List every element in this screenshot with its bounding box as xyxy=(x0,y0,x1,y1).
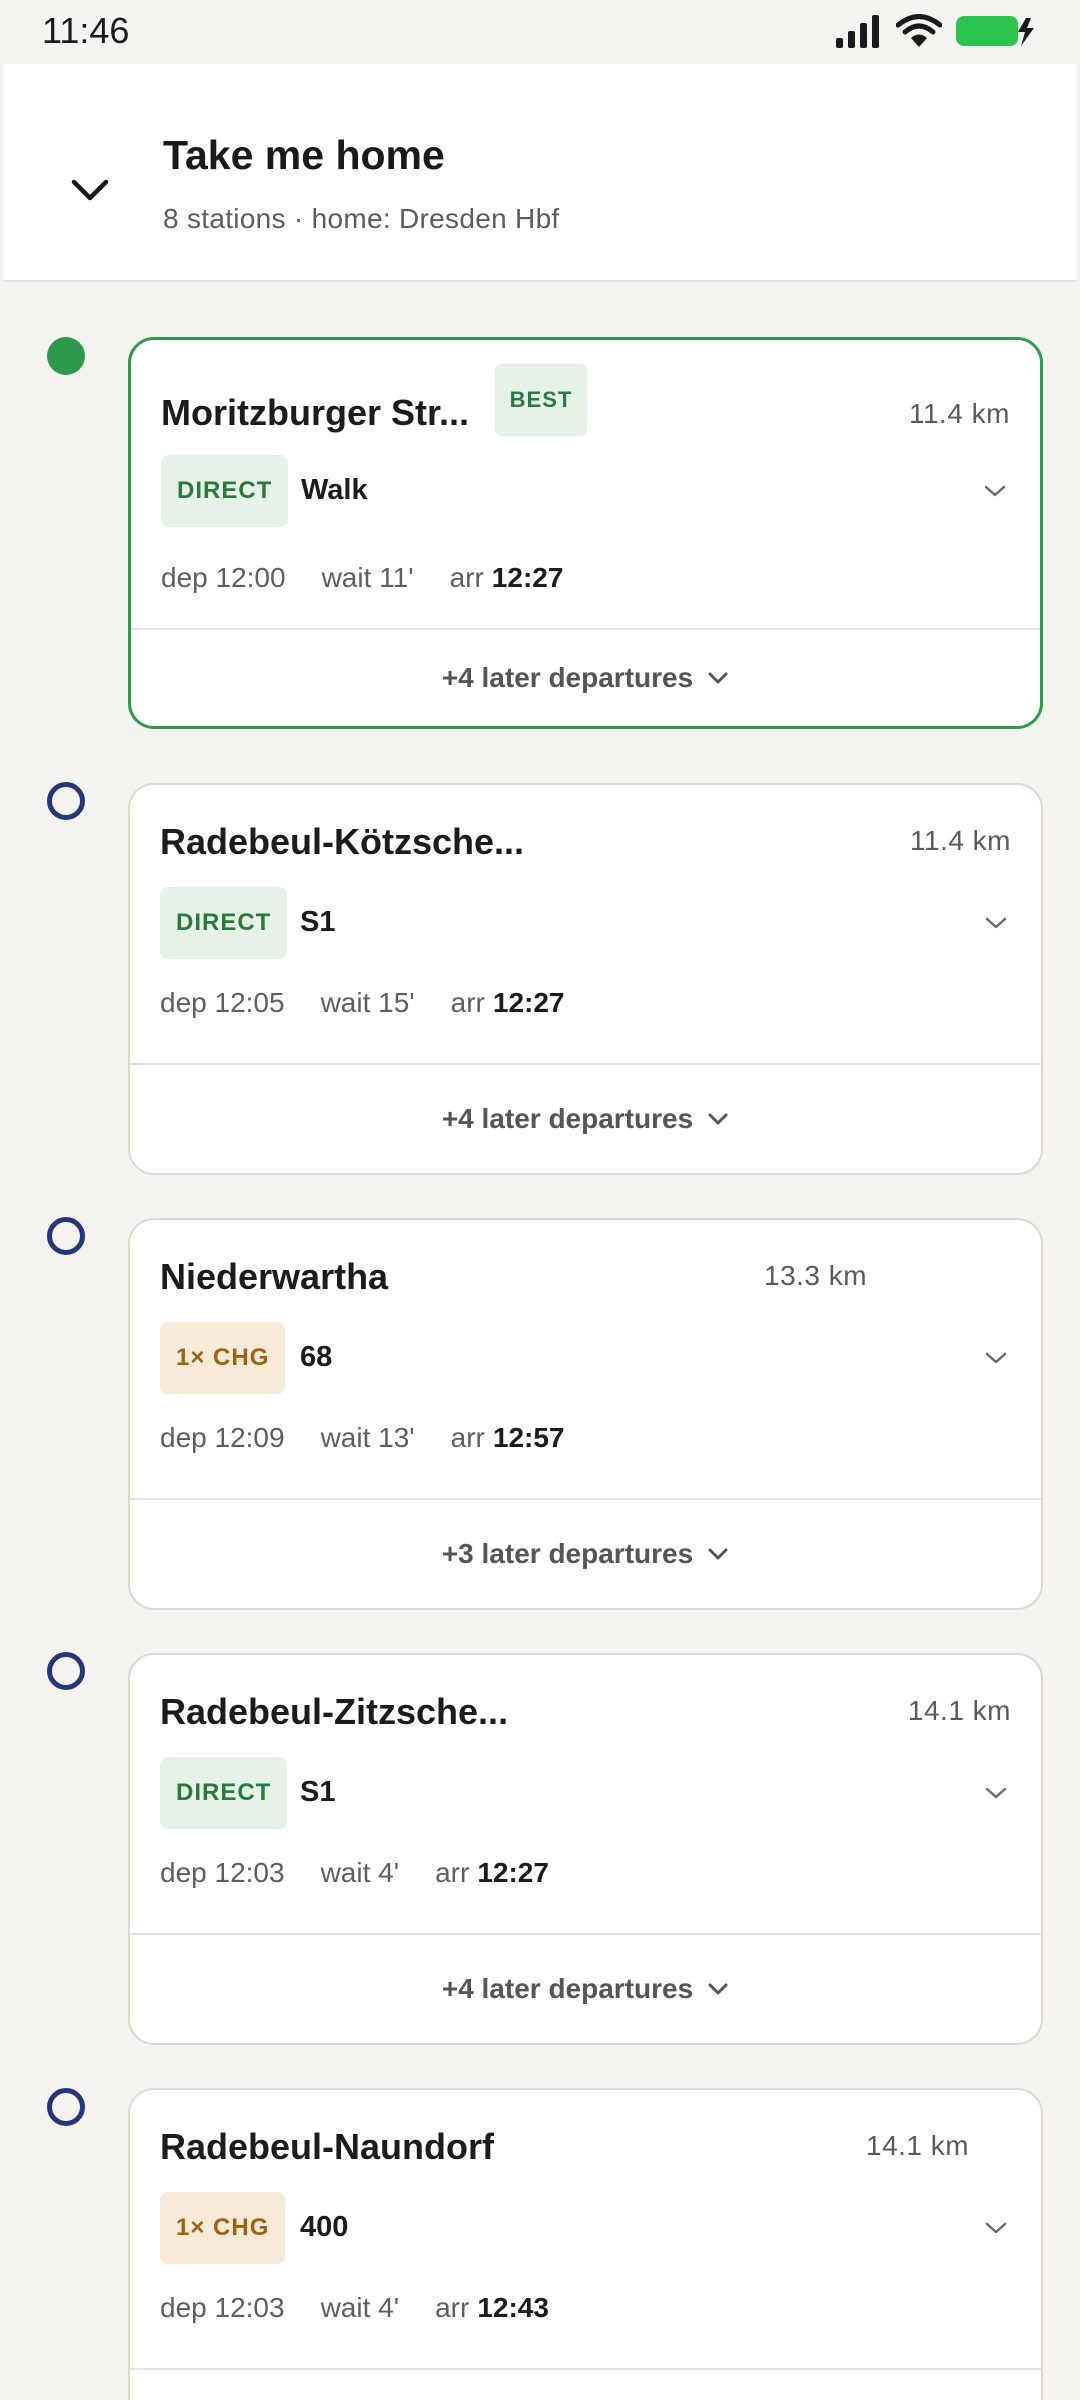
departure-times: dep 12:03 wait 4' arr 12:43 xyxy=(160,2292,549,2324)
dep-time: dep 12:09 xyxy=(160,1422,285,1453)
chevron-down-icon xyxy=(984,485,1006,497)
chevron-down-icon xyxy=(985,1352,1007,1364)
divider xyxy=(130,2368,1041,2370)
station-card[interactable]: Radebeul-Naundorf 14.1 km 1× CHG 400 dep… xyxy=(128,2088,1043,2400)
route-type-badge: DIRECT xyxy=(161,455,289,527)
chevron-down-icon xyxy=(985,917,1007,929)
departure-times: dep 12:09 wait 13' arr 12:57 xyxy=(160,1422,565,1454)
cellular-signal-icon xyxy=(836,15,879,48)
chevron-down-icon xyxy=(985,2222,1007,2234)
timeline-dot xyxy=(47,1217,85,1255)
arr-time: 12:27 xyxy=(477,1857,549,1888)
route-type-badge: 1× CHG xyxy=(160,1322,286,1394)
later-departures-label: +4 later departures xyxy=(441,1103,694,1134)
line-label: 400 xyxy=(300,2211,349,2243)
expand-details-button[interactable] xyxy=(981,1778,1011,1808)
station-name: Radebeul-Kötzsche... xyxy=(160,821,525,862)
station-card[interactable]: Moritzburger Str... BEST 11.4 km DIRECT … xyxy=(128,337,1043,729)
station-card[interactable]: Radebeul-Kötzsche... 11.4 km DIRECT S1 d… xyxy=(128,783,1043,1175)
wait-time: wait 4' xyxy=(320,2292,400,2323)
later-departures-label: +3 later departures xyxy=(441,1538,694,1569)
route-type-badge: DIRECT xyxy=(160,887,288,959)
arr-time: 12:27 xyxy=(491,562,564,593)
later-departures-label: +4 later departures xyxy=(441,1973,694,2004)
dep-time: dep 12:00 xyxy=(161,562,286,593)
station-distance: 13.3 km xyxy=(764,1260,868,1291)
arr-label: arr xyxy=(435,2292,470,2323)
station-name: Moritzburger Str... xyxy=(161,392,470,433)
station-card[interactable]: Niederwartha 13.3 km 1× CHG 68 dep 12:09… xyxy=(128,1218,1043,1610)
departure-times: dep 12:03 wait 4' arr 12:27 xyxy=(160,1857,549,1889)
status-time: 11:46 xyxy=(42,10,130,51)
station-distance: 14.1 km xyxy=(907,1695,1011,1726)
expand-details-button[interactable] xyxy=(981,908,1011,938)
chevron-down-icon xyxy=(708,672,728,684)
status-icons xyxy=(834,14,1036,48)
expand-details-button[interactable] xyxy=(981,2213,1011,2243)
page-title: Take me home xyxy=(163,132,445,178)
arr-label: arr xyxy=(450,987,485,1018)
chevron-down-icon xyxy=(71,179,109,201)
later-departures-button[interactable]: +4 later departures xyxy=(130,1935,1041,2043)
status-bar: 11:46 xyxy=(0,0,1080,64)
timeline-dot xyxy=(47,782,85,820)
wait-time: wait 13' xyxy=(320,1422,415,1453)
timeline-dot xyxy=(47,1652,85,1690)
later-departures-button[interactable]: +3 later departures xyxy=(130,1500,1041,1608)
wait-time: wait 15' xyxy=(320,987,415,1018)
route-type-badge: DIRECT xyxy=(160,1757,288,1829)
dep-time: dep 12:05 xyxy=(160,987,285,1018)
line-label: S1 xyxy=(300,906,336,938)
best-badge: BEST xyxy=(495,364,587,436)
station-distance: 11.4 km xyxy=(909,825,1011,856)
station-distance: 11.4 km xyxy=(908,398,1010,429)
expand-details-button[interactable] xyxy=(980,476,1010,506)
station-name: Niederwartha xyxy=(160,1256,389,1297)
collapse-button[interactable] xyxy=(50,150,130,230)
chevron-down-icon xyxy=(708,1113,728,1125)
wait-time: wait 11' xyxy=(321,562,414,593)
timeline-dot-best xyxy=(47,337,85,375)
arr-time: 12:27 xyxy=(492,987,565,1018)
dep-time: dep 12:03 xyxy=(160,2292,285,2323)
expand-details-button[interactable] xyxy=(981,1343,1011,1373)
page-subtitle: 8 stations · home: Dresden Hbf xyxy=(163,203,560,234)
chevron-down-icon xyxy=(985,1787,1007,1799)
station-distance: 14.1 km xyxy=(866,2130,970,2161)
arr-time: 12:43 xyxy=(477,2292,549,2323)
later-departures-button[interactable]: +4 later departures xyxy=(131,630,1040,726)
later-departures-button[interactable]: +4 later departures xyxy=(130,1065,1041,1173)
departure-times: dep 12:05 wait 15' arr 12:27 xyxy=(160,987,565,1019)
line-label: 68 xyxy=(300,1341,333,1373)
chevron-down-icon xyxy=(708,1983,728,1995)
departure-times: dep 12:00 wait 11' arr 12:27 xyxy=(161,562,563,594)
arr-label: arr xyxy=(449,562,484,593)
dep-time: dep 12:03 xyxy=(160,1857,285,1888)
station-card[interactable]: Radebeul-Zitzsche... 14.1 km DIRECT S1 d… xyxy=(128,1653,1043,2045)
station-name: Radebeul-Zitzsche... xyxy=(160,1691,509,1732)
arr-label: arr xyxy=(450,1422,485,1453)
later-departures-label: +4 later departures xyxy=(441,662,694,693)
line-label: Walk xyxy=(301,474,368,506)
arr-label: arr xyxy=(435,1857,470,1888)
battery-charging-icon xyxy=(956,16,1034,46)
wait-time: wait 4' xyxy=(320,1857,400,1888)
arr-time: 12:57 xyxy=(492,1422,565,1453)
wifi-icon xyxy=(896,14,942,47)
station-name: Radebeul-Naundorf xyxy=(160,2126,495,2167)
timeline-dot xyxy=(47,2088,85,2126)
line-label: S1 xyxy=(300,1776,336,1808)
chevron-down-icon xyxy=(708,1548,728,1560)
route-type-badge: 1× CHG xyxy=(160,2192,286,2264)
